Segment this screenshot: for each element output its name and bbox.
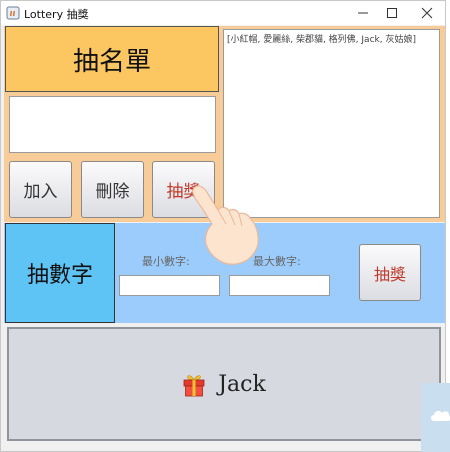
max-number-label: 最大數字: [253, 255, 301, 268]
name-list-text: [小紅帽, 愛麗絲, 柴郡貓, 格列佛, Jack, 灰姑娘] [227, 35, 416, 45]
name-list-area[interactable]: [小紅帽, 愛麗絲, 柴郡貓, 格列佛, Jack, 灰姑娘] [223, 29, 440, 218]
lottery-window: Lottery 抽獎 抽名單 加入 刪除 抽獎 [小紅帽, 愛麗絲, 柴郡貓, … [0, 0, 446, 452]
draw-number-button[interactable]: 抽獎 [359, 244, 421, 301]
minimize-button[interactable] [347, 1, 379, 25]
cloud-icon [431, 410, 450, 421]
java-app-icon [6, 6, 20, 20]
result-display: Jack [7, 327, 441, 441]
close-button[interactable] [411, 1, 443, 25]
gift-icon [183, 375, 205, 397]
names-panel-title: 抽名單 [5, 26, 219, 92]
max-number-input[interactable] [229, 275, 330, 296]
maximize-icon [387, 8, 397, 18]
min-number-input[interactable] [119, 275, 220, 296]
window-title: Lottery 抽獎 [24, 8, 89, 21]
name-input[interactable] [9, 96, 216, 153]
maximize-button[interactable] [376, 1, 408, 25]
close-icon [421, 7, 433, 19]
draw-name-button[interactable]: 抽獎 [152, 161, 215, 218]
result-text: Jack [218, 371, 266, 397]
minimize-icon [358, 12, 368, 14]
min-number-label: 最小數字: [142, 255, 190, 268]
add-button[interactable]: 加入 [9, 161, 72, 218]
title-bar: Lottery 抽獎 [1, 1, 445, 25]
delete-button[interactable]: 刪除 [81, 161, 144, 218]
number-panel-title: 抽數字 [5, 223, 115, 323]
